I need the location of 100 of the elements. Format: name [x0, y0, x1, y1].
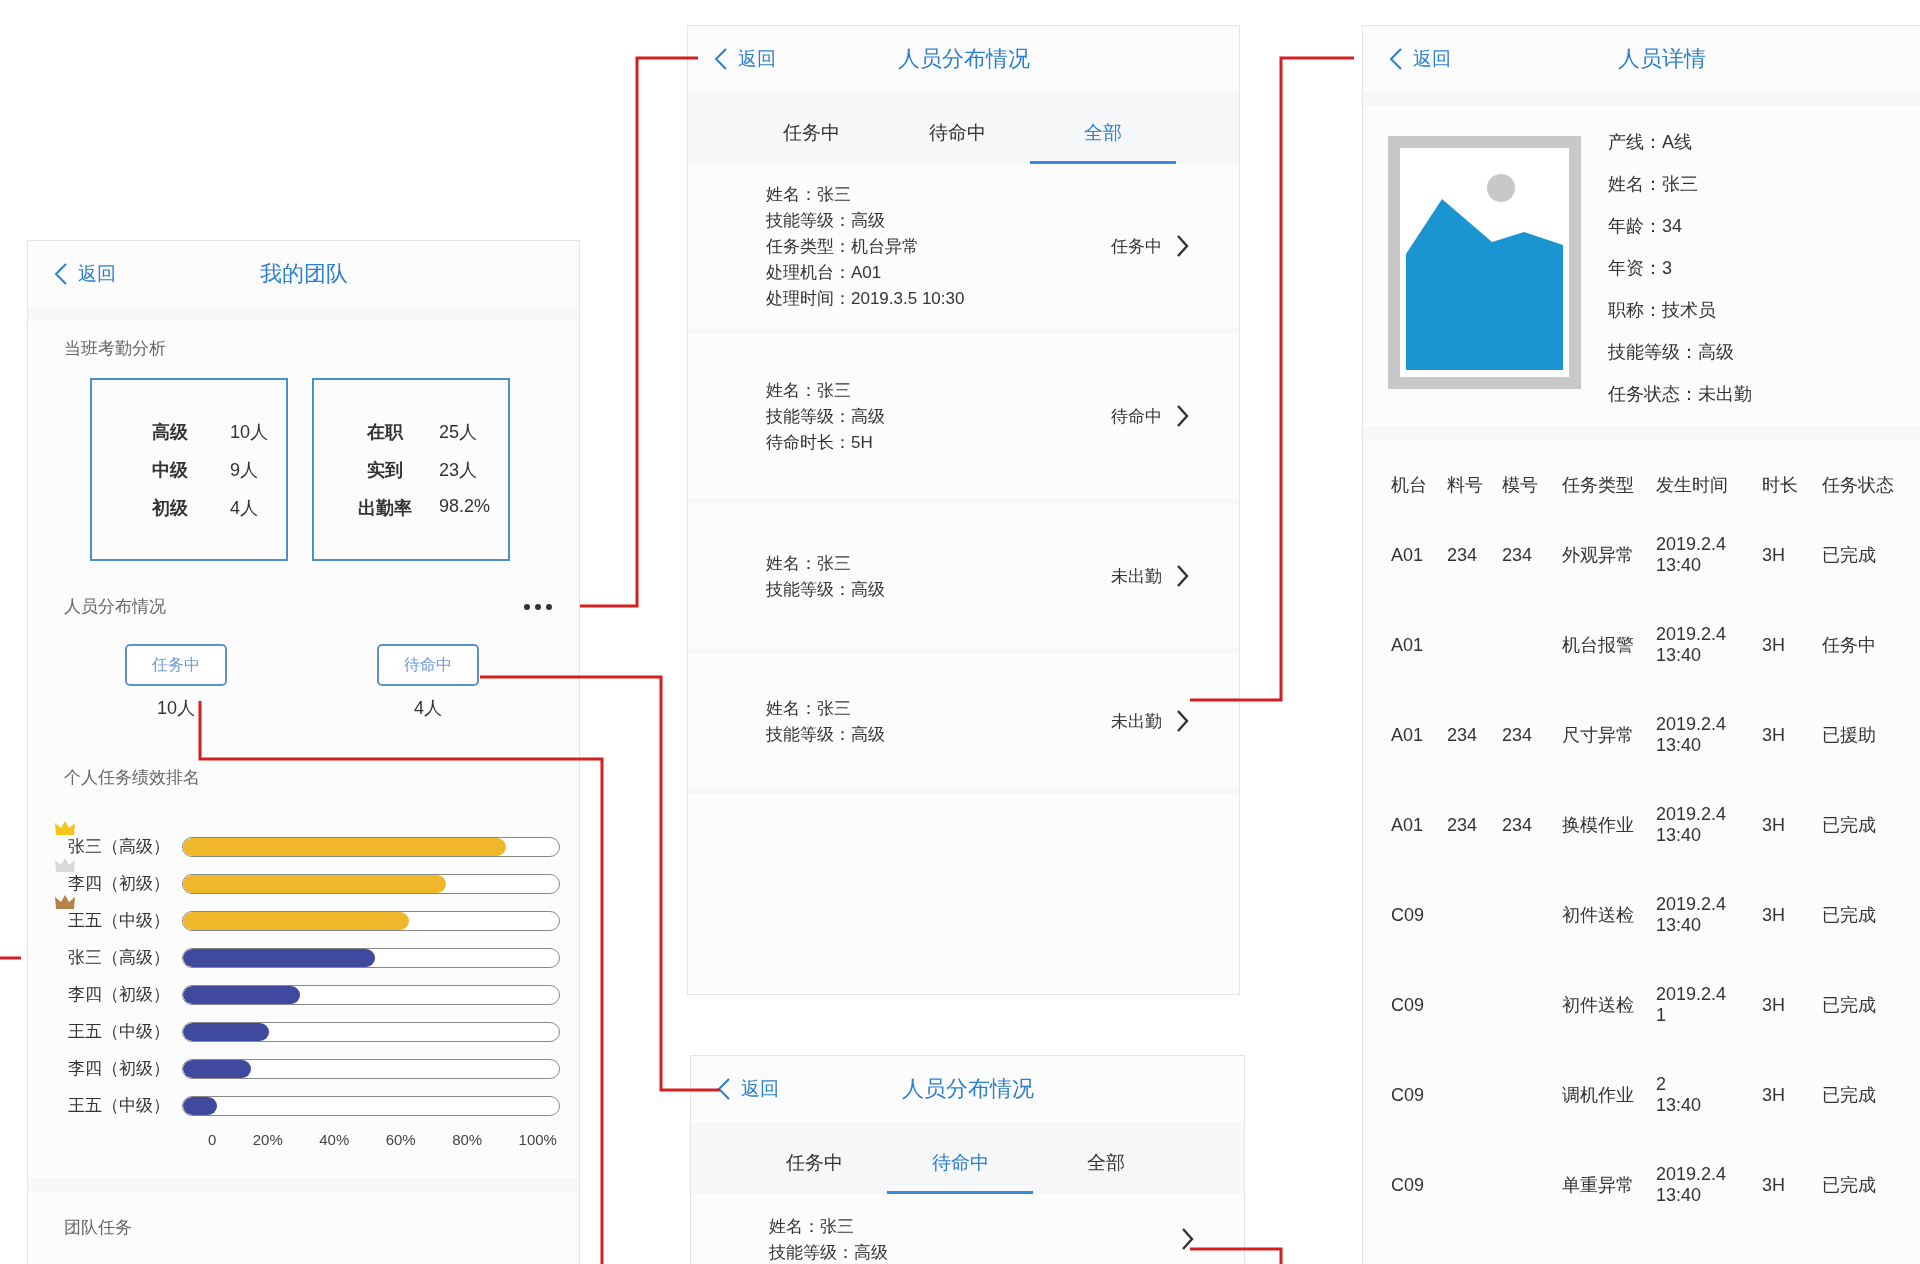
rank-label: 王五（中级） — [68, 1021, 171, 1043]
info-line: 产线：A线 — [1608, 131, 1693, 154]
column-header: 时长 — [1762, 474, 1798, 497]
info-line: 姓名：张三 — [766, 552, 852, 575]
info-line: 年龄：34 — [1608, 215, 1684, 238]
info-line: 技能等级：高级 — [766, 578, 885, 601]
column-header: 发生时间 — [1656, 474, 1728, 497]
table-cell-text: 初件送检 — [1562, 994, 1634, 1017]
table-cell: C09 — [1391, 1084, 1425, 1106]
table-cell-text: 13:40 — [1656, 735, 1703, 756]
section-title: 团队任务 — [63, 1217, 133, 1239]
back-icon — [717, 1077, 731, 1101]
stat-label: 出勤率 — [357, 496, 414, 520]
table-cell: 2019.2.4 — [1656, 894, 1727, 915]
table-cell: A01 — [1391, 724, 1424, 746]
table-cell-text: 调机作业 — [1562, 1084, 1634, 1107]
more-icon[interactable] — [523, 602, 553, 611]
stat-label: 中级 — [151, 458, 189, 482]
info-line: 姓名：张三 — [769, 1215, 855, 1238]
table-cell: A01 — [1391, 634, 1424, 656]
table-cell-text: 13:40 — [1656, 825, 1703, 846]
table-cell: 234 — [1502, 814, 1533, 836]
back-button[interactable]: 返回 — [1389, 46, 1451, 72]
info-line: 处理机台：A01 — [766, 261, 883, 284]
stat-label: 初级 — [151, 496, 189, 520]
stat-value: 4人 — [229, 496, 259, 520]
table-cell: 2019.2.4 — [1656, 624, 1727, 645]
screen-title: 我的团队 — [259, 261, 348, 286]
table-cell: C09 — [1391, 1174, 1425, 1196]
table-cell: 234 — [1447, 814, 1478, 836]
table-cell: 2019.2.4 — [1656, 804, 1727, 825]
chevron-icon — [1176, 564, 1189, 588]
table-cell: 3H — [1762, 1084, 1785, 1106]
tab[interactable]: 待命中 — [887, 1122, 1033, 1194]
section-title: 个人任务绩效排名 — [63, 767, 201, 789]
tab[interactable]: 任务中 — [738, 92, 884, 164]
status-link[interactable]: 待命中 — [1111, 404, 1189, 428]
table-cell: 3H — [1762, 724, 1785, 746]
tab[interactable]: 全部 — [1033, 1122, 1179, 1194]
status-link[interactable]: 任务中 — [1111, 234, 1189, 258]
table-cell: 3H — [1762, 544, 1785, 566]
stat-value: 10人 — [229, 420, 268, 444]
table-cell: A01 — [1391, 544, 1424, 566]
section-title: 人员分布情况 — [64, 596, 166, 618]
table-cell: 2019.2.4 — [1656, 714, 1727, 735]
table-cell-text: 13:40 — [1656, 555, 1703, 576]
stat-label: 实到 — [366, 458, 405, 482]
info-line: 技能等级：高级 — [766, 209, 886, 232]
stat-value: 9人 — [229, 458, 259, 482]
table-cell-text: 单重异常 — [1562, 1174, 1634, 1197]
table-cell-text: 13:40 — [1656, 1185, 1703, 1206]
table-cell: 3H — [1762, 994, 1785, 1016]
table-cell-text: 已完成 — [1822, 1174, 1876, 1197]
tab[interactable]: 待命中 — [884, 92, 1030, 164]
table-cell-text: 已完成 — [1822, 814, 1876, 837]
table-cell: 2019.2.4 — [1656, 984, 1727, 1005]
table-cell-text: 已完成 — [1822, 994, 1876, 1017]
status-link[interactable]: 未出勤 — [1111, 564, 1189, 588]
chevron-icon — [1176, 404, 1189, 428]
stat-label: 高级 — [151, 420, 189, 444]
table-cell: 234 — [1502, 544, 1533, 566]
table-cell: 3H — [1762, 634, 1785, 656]
tab[interactable]: 任务中 — [741, 1122, 887, 1194]
connector-line — [0, 956, 21, 960]
column-header: 任务状态 — [1822, 474, 1894, 497]
table-cell: 2019.2.4 — [1656, 534, 1727, 555]
table-cell: C09 — [1391, 904, 1425, 926]
info-line: 年资：3 — [1608, 257, 1673, 280]
back-button[interactable]: 返回 — [717, 1076, 779, 1102]
status-link[interactable]: 未出勤 — [1111, 709, 1189, 733]
back-button[interactable]: 返回 — [714, 46, 776, 72]
back-icon — [1389, 47, 1403, 71]
table-cell: A01 — [1391, 814, 1424, 836]
table-cell: 234 — [1502, 724, 1533, 746]
stat-value: 23人 — [438, 458, 478, 482]
table-cell-text: 13:40 — [1656, 645, 1703, 666]
stat-label: 在职 — [366, 420, 405, 444]
rank-label: 李四（初级） — [68, 984, 171, 1006]
table-cell: C09 — [1391, 994, 1425, 1016]
table-cell-text: 机台报警 — [1562, 634, 1634, 657]
chevron-icon — [1176, 234, 1189, 258]
table-cell: 3H — [1762, 814, 1785, 836]
back-button[interactable]: 返回 — [54, 261, 116, 287]
status-count: 10人 — [157, 697, 195, 720]
table-cell-text: 已完成 — [1822, 544, 1876, 567]
rank-label: 李四（初级） — [68, 1058, 171, 1080]
column-header: 任务类型 — [1562, 474, 1634, 497]
table-cell-text: 已援助 — [1822, 724, 1876, 747]
info-line: 姓名：张三 — [1608, 173, 1699, 196]
info-line: 技能等级：高级 — [769, 1241, 888, 1264]
axis-label: 80% — [452, 1131, 483, 1148]
rank-label: 张三（高级） — [68, 947, 171, 969]
info-line: 姓名：张三 — [766, 697, 852, 720]
info-line: 处理时间：2019.3.5 10:30 — [766, 287, 965, 310]
axis-label: 20% — [252, 1131, 283, 1148]
tab[interactable]: 全部 — [1030, 92, 1176, 164]
screen-title: 人员详情 — [1618, 46, 1706, 71]
back-icon — [54, 262, 68, 286]
info-line: 待命时长：5H — [766, 431, 874, 454]
axis-label: 40% — [319, 1131, 350, 1148]
